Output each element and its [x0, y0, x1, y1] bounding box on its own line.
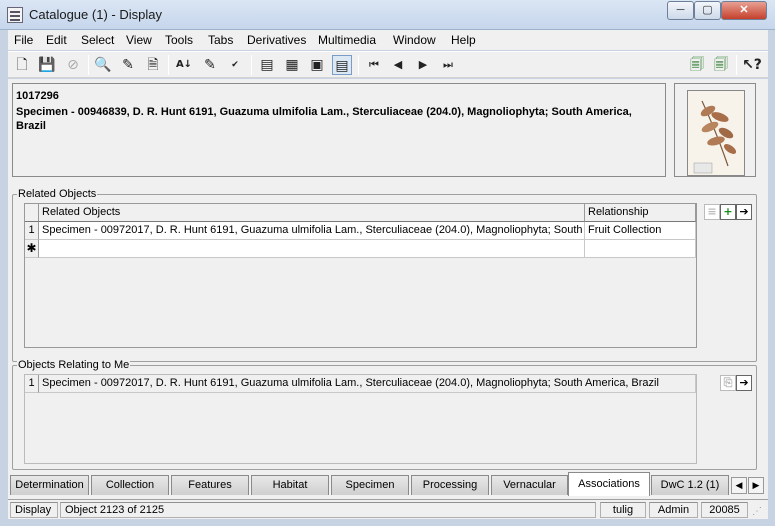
- relationship-cell[interactable]: Fruit Collection: [585, 222, 696, 240]
- menu-select[interactable]: Select: [81, 33, 114, 47]
- new-related-object-cell[interactable]: [39, 240, 585, 258]
- relating-object-cell[interactable]: Specimen - 00972017, D. R. Hunt 6191, Gu…: [39, 375, 696, 393]
- page-view-icon[interactable]: ▤: [257, 55, 277, 75]
- list-view-icon[interactable]: ▦: [282, 55, 302, 75]
- status-number: 20085: [701, 502, 748, 518]
- last-record-icon[interactable]: ⏭: [438, 55, 458, 75]
- spellcheck-icon[interactable]: ✔: [225, 55, 245, 75]
- first-record-icon[interactable]: ⏮: [364, 55, 384, 75]
- objects-relating-group-title: Objects Relating to Me: [17, 359, 131, 371]
- record-view-icon[interactable]: ▣: [307, 55, 327, 75]
- specimen-thumbnail[interactable]: [687, 90, 745, 176]
- menu-file[interactable]: File: [14, 33, 33, 47]
- new-row-marker[interactable]: ✱: [25, 240, 39, 258]
- resize-grip-icon[interactable]: ⋰: [752, 506, 764, 518]
- menu-bar: File Edit Select View Tools Tabs Derivat…: [8, 30, 768, 50]
- menu-tools[interactable]: Tools: [165, 33, 193, 47]
- window-title: Catalogue (1) - Display: [29, 7, 162, 22]
- summary-view-icon[interactable]: ▤: [332, 55, 352, 75]
- edit-icon[interactable]: ✎: [200, 55, 220, 75]
- minimize-button[interactable]: ─: [667, 1, 694, 20]
- next-record-icon[interactable]: ▶: [413, 55, 433, 75]
- context-help-icon[interactable]: ↖?: [742, 55, 762, 75]
- previous-record-icon[interactable]: ◀: [388, 55, 408, 75]
- menu-window[interactable]: Window: [393, 33, 436, 47]
- add-row-icon[interactable]: +: [720, 204, 736, 220]
- tab-scroll-left-icon[interactable]: ◀: [731, 477, 747, 494]
- sort-icon[interactable]: A↓: [174, 55, 194, 75]
- tab-collection[interactable]: Collection: [91, 475, 169, 495]
- menu-edit[interactable]: Edit: [46, 33, 67, 47]
- row-number[interactable]: 1: [25, 375, 39, 393]
- status-group: Admin: [649, 502, 698, 518]
- client-area: 1017296 Specimen - 00946839, D. R. Hunt …: [8, 79, 768, 518]
- menu-help[interactable]: Help: [451, 33, 476, 47]
- record-summary: 1017296 Specimen - 00946839, D. R. Hunt …: [12, 83, 666, 177]
- tab-determination[interactable]: Determination: [10, 475, 89, 495]
- related-objects-grid: Related Objects Relationship 1 Specimen …: [24, 203, 697, 348]
- close-button[interactable]: ✕: [721, 1, 767, 20]
- related-objects-group-title: Related Objects: [17, 188, 98, 200]
- copy-row-icon[interactable]: ⎘: [720, 375, 736, 391]
- tab-habitat[interactable]: Habitat: [251, 475, 329, 495]
- objects-relating-grid: 1 Specimen - 00972017, D. R. Hunt 6191, …: [24, 374, 697, 464]
- new-icon[interactable]: 🗋: [12, 55, 32, 75]
- search-icon[interactable]: 🔍: [93, 55, 113, 75]
- column-header-related-objects[interactable]: Related Objects: [39, 204, 585, 222]
- status-position: Object 2123 of 2125: [60, 502, 596, 518]
- related-objects-group: Related Objects Related Objects Relation…: [12, 188, 757, 362]
- menu-tabs[interactable]: Tabs: [208, 33, 233, 47]
- menu-derivatives[interactable]: Derivatives: [247, 33, 306, 47]
- toolbar: 🗋 💾 ⊘ 🔍 ✎ 🗎 A↓ ✎ ✔ ▤ ▦ ▣ ▤ ⏮ ◀ ▶ ⏭ 🗐 🗐 ↖…: [8, 51, 768, 78]
- search-fields-icon[interactable]: 🗎: [143, 55, 163, 75]
- menu-multimedia[interactable]: Multimedia: [318, 33, 376, 47]
- tab-dwc[interactable]: DwC 1.2 (1): [651, 475, 729, 495]
- tab-specimen[interactable]: Specimen: [331, 475, 409, 495]
- column-header-relationship[interactable]: Relationship: [585, 204, 696, 222]
- cancel-icon[interactable]: ⊘: [63, 55, 83, 75]
- tab-scroll-right-icon[interactable]: ▶: [748, 477, 764, 494]
- tab-vernacular[interactable]: Vernacular: [491, 475, 568, 495]
- tab-features[interactable]: Features: [171, 475, 249, 495]
- object-id: 1017296: [16, 90, 59, 102]
- grid-corner: [25, 204, 39, 222]
- objects-relating-group: Objects Relating to Me 1 Specimen - 0097…: [12, 359, 757, 470]
- menu-view[interactable]: View: [126, 33, 152, 47]
- maximize-button[interactable]: ▢: [694, 1, 721, 20]
- title-bar[interactable]: Catalogue (1) - Display ─ ▢ ✕: [0, 0, 775, 30]
- row-number[interactable]: 1: [25, 222, 39, 240]
- new-relationship-cell[interactable]: [585, 240, 696, 258]
- copy-all-icon[interactable]: 🗐: [711, 55, 731, 75]
- tab-associations[interactable]: Associations: [568, 472, 650, 496]
- related-object-cell[interactable]: Specimen - 00972017, D. R. Hunt 6191, Gu…: [39, 222, 585, 240]
- sort-rows-icon[interactable]: ≡: [704, 204, 720, 220]
- open-record-icon[interactable]: ➔: [736, 375, 752, 391]
- search-replace-icon[interactable]: ✎: [118, 55, 138, 75]
- status-user: tulig: [600, 502, 646, 518]
- status-bar: Display Object 2123 of 2125 tulig Admin …: [8, 499, 768, 519]
- copy-record-icon[interactable]: 🗐: [687, 55, 707, 75]
- save-icon[interactable]: 💾: [37, 55, 57, 75]
- open-record-icon[interactable]: ➔: [736, 204, 752, 220]
- object-description: Specimen - 00946839, D. R. Hunt 6191, Gu…: [16, 106, 632, 132]
- thumbnail-frame: [674, 83, 756, 177]
- status-mode: Display: [10, 502, 58, 518]
- tab-processing[interactable]: Processing: [411, 475, 489, 495]
- app-icon: [7, 7, 23, 23]
